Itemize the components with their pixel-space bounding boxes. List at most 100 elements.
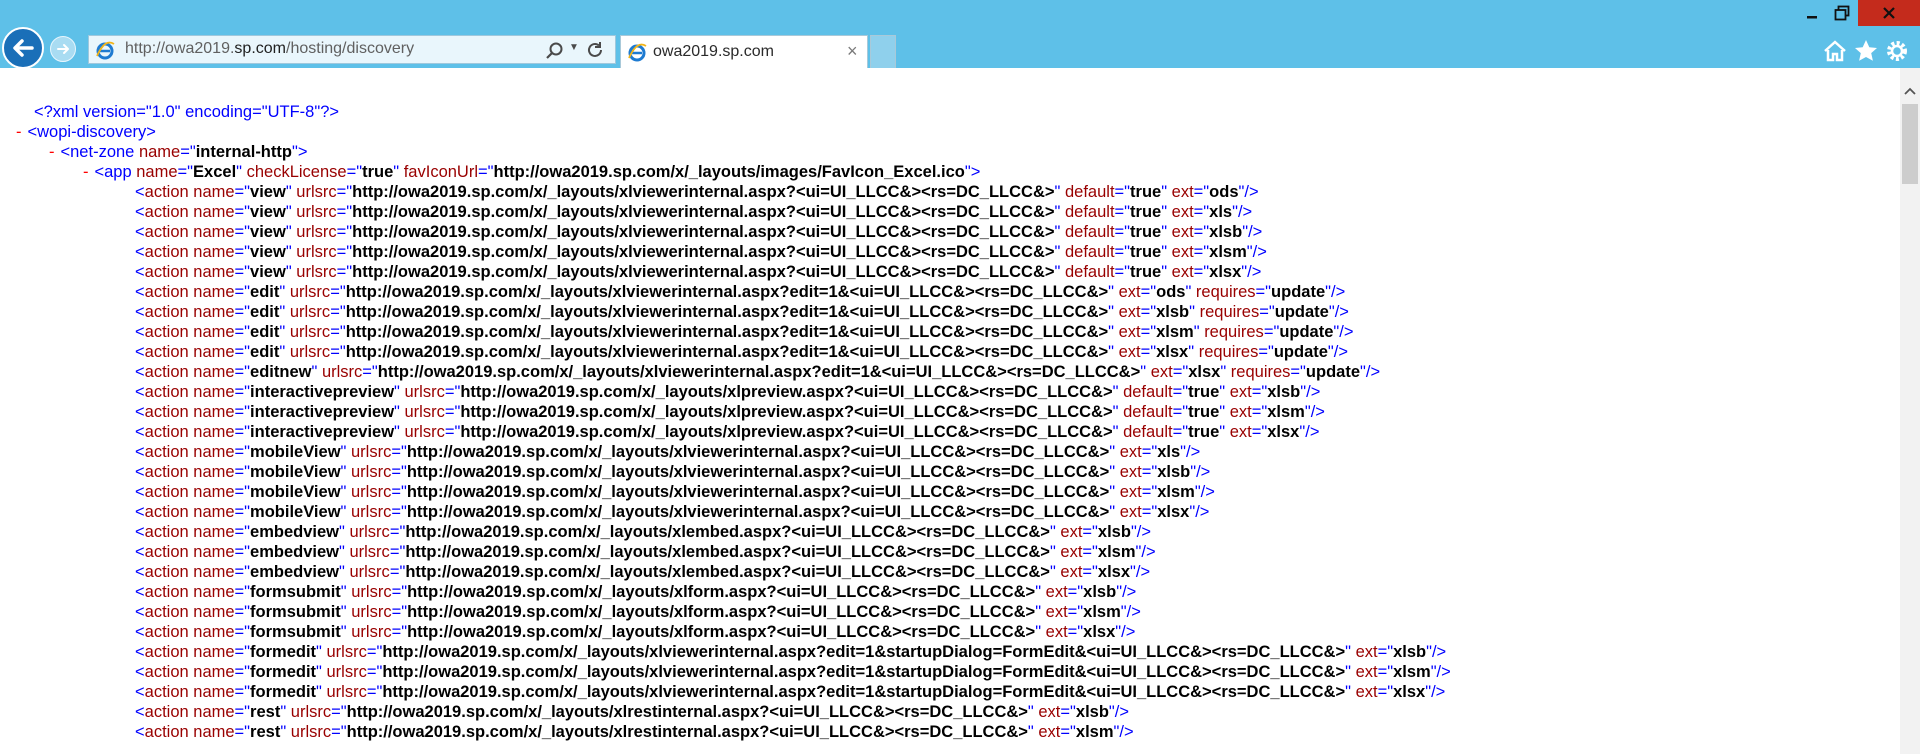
tag-name: action (144, 683, 194, 701)
attr-name: name (193, 403, 235, 421)
attr-name: urlsrc (326, 683, 367, 701)
attr-name: ext (1060, 563, 1083, 581)
attr-value: xlsb (1209, 223, 1243, 241)
attr-value: http://owa2019.sp.com/x/_layouts/xlviewe… (352, 183, 1055, 201)
quote: " (285, 203, 297, 221)
tag-close: /> (1305, 423, 1320, 441)
favorites-star-icon[interactable] (1853, 38, 1879, 69)
attr-name: requires (1204, 323, 1264, 341)
attr-value: xlsb (1267, 383, 1301, 401)
attr-name: default (1064, 263, 1115, 281)
quote: =" (1067, 623, 1084, 641)
tag-name: action (144, 523, 194, 541)
quote: =" (234, 643, 251, 661)
attr-name: urlsrc (349, 523, 390, 541)
quote: =" (234, 283, 251, 301)
quote: " (393, 163, 404, 181)
quote: " (340, 623, 352, 641)
new-tab-button[interactable] (870, 35, 896, 68)
attr-name: name (193, 563, 235, 581)
quote: =" (234, 663, 251, 681)
quote: =" (1193, 183, 1210, 201)
attr-value: xlsb (1156, 303, 1190, 321)
scroll-up-icon[interactable] (1904, 82, 1916, 100)
action-line: <action name="formsubmit" urlsrc="http:/… (135, 622, 1135, 642)
tag-name: action (144, 463, 194, 481)
tag-close: /> (1431, 683, 1446, 701)
attr-value: view (250, 223, 286, 241)
attr-value: http://owa2019.sp.com/x/_layouts/xlprevi… (460, 383, 1113, 401)
attr-name: urlsrc (321, 363, 363, 381)
back-button[interactable] (2, 27, 44, 69)
scrollbar-thumb[interactable] (1902, 104, 1918, 184)
quote: =" (389, 523, 406, 541)
attr-value: update (1274, 303, 1329, 321)
attr-value: rest (250, 723, 281, 741)
tag-open: < (135, 523, 145, 541)
attr-value: view (250, 263, 286, 281)
attr-name: name (193, 503, 235, 521)
attr-name: ext (1060, 523, 1083, 541)
quote: " (394, 423, 405, 441)
home-icon[interactable] (1822, 38, 1848, 69)
tag-open: < (135, 703, 145, 721)
settings-gear-icon[interactable] (1884, 38, 1910, 69)
attr-value: http://owa2019.sp.com/x/_layouts/xlviewe… (345, 323, 1109, 341)
attr-name: ext (1150, 363, 1173, 381)
xml-declaration: <?xml version="1.0" encoding="UTF-8"?> (34, 103, 340, 121)
collapse-toggle[interactable]: - (49, 143, 55, 161)
attr-value: http://owa2019.sp.com/x/_layouts/xlresti… (346, 703, 1028, 721)
attr-name: ext (1119, 463, 1142, 481)
tag-name: action (144, 663, 194, 681)
tab-close-icon[interactable]: × (847, 41, 858, 62)
quote: =" (234, 683, 251, 701)
attr-value: http://owa2019.sp.com/x/_layouts/xlviewe… (382, 683, 1346, 701)
quote: =" (1114, 203, 1131, 221)
quote: " (279, 283, 290, 301)
collapse-toggle[interactable]: - (16, 123, 22, 141)
quote: " (316, 643, 327, 661)
tag-name: action (144, 343, 194, 361)
refresh-icon[interactable] (585, 40, 605, 65)
attr-value: Excel (193, 163, 237, 181)
quote: =" (444, 403, 461, 421)
address-url[interactable]: http://owa2019.sp.com/hosting/discovery (125, 40, 414, 58)
quote: =" (346, 163, 363, 181)
tag-name: action (144, 283, 194, 301)
quote: " (316, 683, 327, 701)
quote: =" (1082, 523, 1098, 541)
tag-open: < (135, 243, 145, 261)
tab-owa2019[interactable]: owa2019.sp.com × (620, 35, 868, 68)
dropdown-icon[interactable]: ▼ (569, 42, 579, 53)
forward-button[interactable] (50, 36, 76, 62)
address-bar[interactable]: http://owa2019.sp.com/hosting/discovery … (88, 35, 616, 64)
quote: =" (234, 563, 251, 581)
attr-name: favIconUrl (403, 163, 478, 181)
attr-value: http://owa2019.sp.com/x/_layouts/xlviewe… (382, 663, 1346, 681)
tag-open: < (135, 603, 145, 621)
vertical-scrollbar[interactable] (1900, 68, 1920, 754)
browser-chrome: http://owa2019.sp.com/hosting/discovery … (0, 0, 1920, 69)
collapse-toggle[interactable]: - (83, 163, 89, 181)
attr-name: urlsrc (349, 563, 390, 581)
attr-value: interactivepreview (250, 423, 395, 441)
attr-name: ext (1171, 243, 1194, 261)
tag-name: action (144, 403, 194, 421)
minimize-button[interactable] (1798, 0, 1826, 26)
quote: =" (391, 583, 408, 601)
quote: =" (234, 263, 251, 281)
attr-value: rest (250, 703, 281, 721)
attr-value: mobileView (250, 483, 341, 501)
restore-button[interactable] (1828, 0, 1856, 26)
quote: =" (1114, 223, 1131, 241)
quote: =" (331, 723, 347, 741)
search-icon[interactable] (545, 41, 565, 66)
tag-close: /> (1339, 323, 1354, 341)
window-close-button[interactable] (1858, 0, 1920, 26)
quote: =" (1193, 223, 1210, 241)
attr-name: ext (1045, 623, 1068, 641)
quote: " (339, 523, 350, 541)
attr-value: formedit (250, 643, 317, 661)
action-line: <action name="formedit" urlsrc="http://o… (135, 682, 1445, 702)
attr-value: http://owa2019.sp.com/x/_layouts/xlviewe… (406, 503, 1110, 521)
